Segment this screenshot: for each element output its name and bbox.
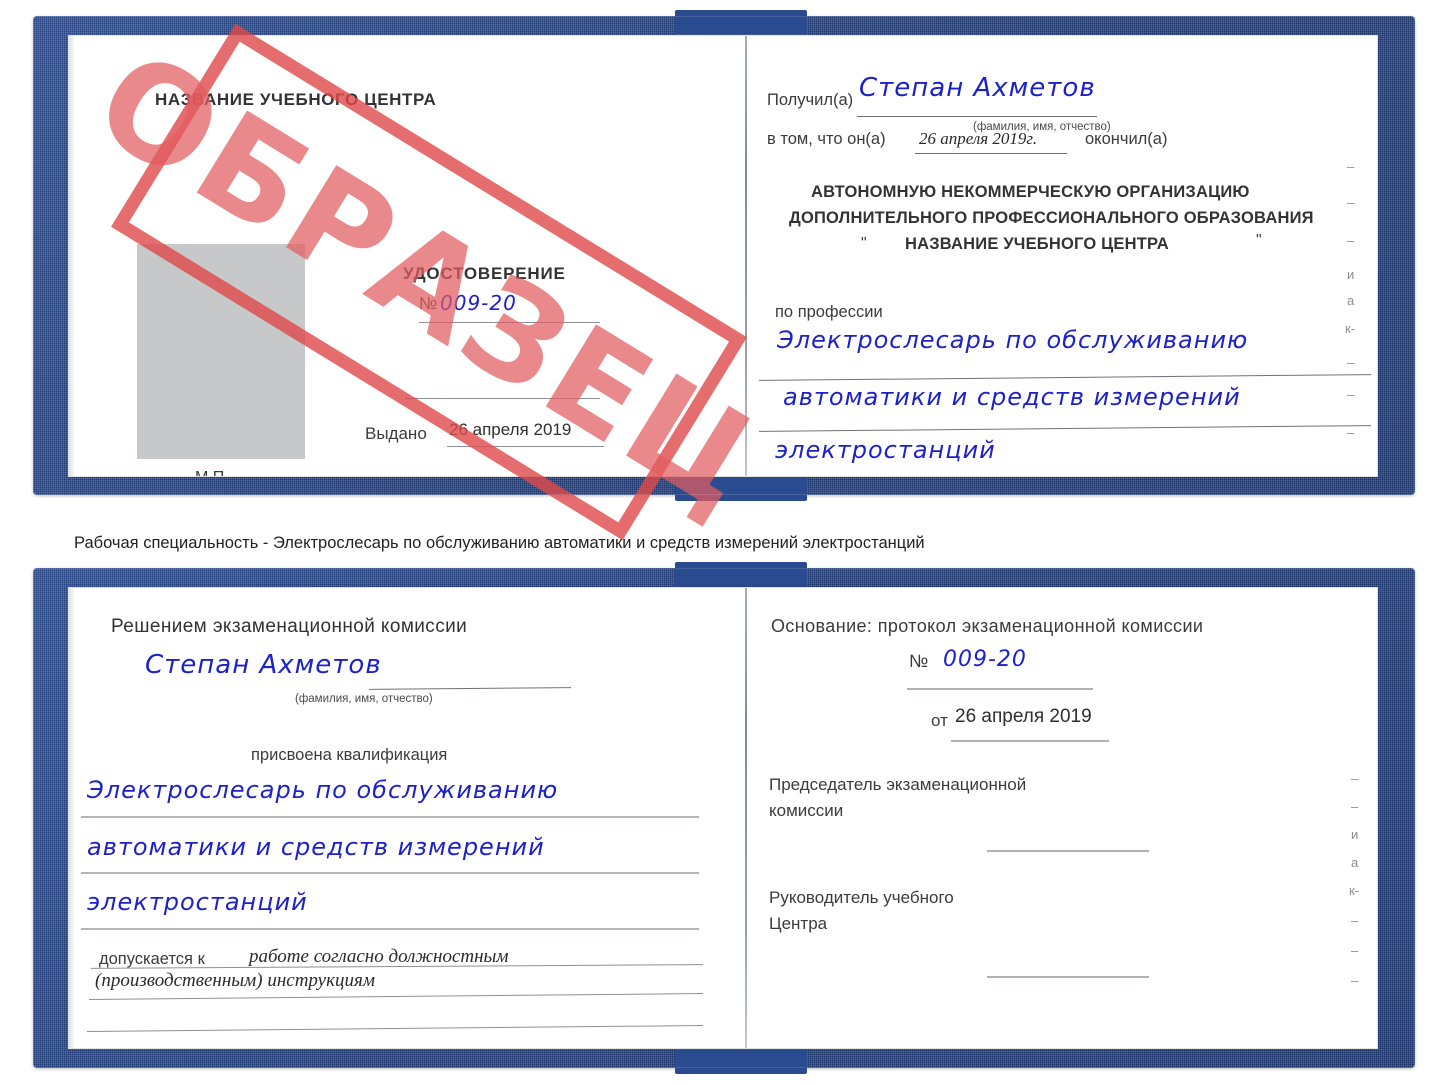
- bottom-date-label: от: [931, 711, 948, 730]
- certificate-top-cover: НАЗВАНИЕ УЧЕБНОГО ЦЕНТРА УДОСТОВЕРЕНИЕ №…: [33, 10, 1415, 543]
- caption-text: Рабочая специальность - Электрослесарь п…: [74, 534, 925, 552]
- edge-mark-2: –: [1347, 233, 1355, 248]
- in-that-rule: [915, 153, 1067, 154]
- edge-mark-b3: а: [1351, 855, 1359, 870]
- org-quote-close: ": [1256, 232, 1262, 249]
- issued-value: 26 апреля 2019: [449, 420, 572, 439]
- edge-mark-8: –: [1347, 425, 1355, 440]
- org-line-1: АВТОНОМНУЮ НЕКОММЕРЧЕСКУЮ ОРГАНИЗАЦИЮ: [811, 183, 1250, 201]
- number-rule: [419, 322, 600, 323]
- decision-label: Решением экзаменационной комиссии: [111, 616, 468, 637]
- certificate-bottom-left-page: Решением экзаменационной комиссии Степан…: [69, 588, 745, 1048]
- org-quote-open: ": [861, 235, 867, 252]
- bottom-date-value: 26 апреля 2019: [955, 706, 1092, 727]
- received-label: Получил(а): [767, 91, 854, 109]
- profession-label: по профессии: [775, 303, 883, 321]
- in-that-value: 26 апреля 2019г.: [919, 129, 1038, 148]
- received-rule: [857, 116, 1097, 117]
- bottom-fio-hint: (фамилия, имя, отчество): [295, 693, 433, 705]
- bottom-name-rule: [368, 687, 572, 690]
- admitted-rule-2: [89, 993, 703, 1000]
- blank-rule-1: [405, 398, 600, 399]
- edge-mark-b2: и: [1351, 827, 1359, 842]
- edge-mark-b4: к-: [1349, 883, 1360, 898]
- spine-tab-top: [675, 10, 807, 34]
- bottom-number-label: №: [909, 651, 929, 671]
- issued-rule: [447, 446, 604, 447]
- certificate-bottom-pages: Решением экзаменационной комиссии Степан…: [69, 588, 1377, 1048]
- spine-tab-bottom: [675, 477, 807, 501]
- bottom-date-rule: [951, 740, 1109, 742]
- chairman-line-2: комиссии: [769, 801, 844, 820]
- qualification-line-2: автоматики и средств измерений: [87, 833, 545, 861]
- certificate-bottom-right-page: Основание: протокол экзаменационной коми…: [747, 588, 1377, 1048]
- edge-mark-4: а: [1347, 293, 1355, 308]
- edge-mark-7: –: [1347, 387, 1355, 402]
- stamp-label: М.П.: [195, 469, 229, 476]
- basis-label: Основание: протокол экзаменационной коми…: [771, 616, 1204, 636]
- head-line-2: Центра: [769, 914, 828, 933]
- head-line-1: Руководитель учебного: [769, 888, 954, 907]
- qualification-rule-3: [81, 928, 699, 930]
- admitted-label: допускается к: [99, 950, 205, 968]
- bottom-number-rule: [907, 688, 1093, 690]
- certificate-bottom-cover: Решением экзаменационной комиссии Степан…: [33, 562, 1415, 1074]
- edge-mark-0: –: [1347, 159, 1355, 174]
- org-line-2: ДОПОЛНИТЕЛЬНОГО ПРОФЕССИОНАЛЬНОГО ОБРАЗО…: [789, 209, 1314, 227]
- head-signature-rule: [987, 976, 1149, 978]
- edge-mark-b0: –: [1351, 771, 1359, 786]
- number-label: №: [419, 294, 438, 313]
- profession-rule-2: [759, 425, 1371, 432]
- edge-mark-3: и: [1347, 267, 1355, 282]
- bottom-name-value: Степан Ахметов: [145, 650, 382, 680]
- org-line-3: НАЗВАНИЕ УЧЕБНОГО ЦЕНТРА: [905, 235, 1169, 253]
- edge-mark-b6: –: [1351, 943, 1359, 958]
- chairman-line-1: Председатель экзаменационной: [769, 775, 1027, 794]
- edge-mark-b7: –: [1351, 973, 1359, 988]
- edge-mark-b5: –: [1351, 913, 1359, 928]
- document-title: УДОСТОВЕРЕНИЕ: [403, 264, 566, 283]
- profession-line-1: Электрослесарь по обслуживанию: [777, 326, 1249, 354]
- certificate-top-right-page: Получил(а) Степан Ахметов (фамилия, имя,…: [747, 36, 1377, 476]
- qualification-rule-1: [81, 816, 699, 818]
- edge-mark-5: к-: [1345, 321, 1356, 336]
- qualification-line-1: Электрослесарь по обслуживанию: [87, 776, 559, 804]
- chairman-signature-rule: [987, 850, 1149, 852]
- certificate-top-left-page: НАЗВАНИЕ УЧЕБНОГО ЦЕНТРА УДОСТОВЕРЕНИЕ №…: [69, 36, 745, 476]
- edge-mark-6: –: [1347, 355, 1355, 370]
- admitted-line-2: (производственным) инструкциям: [95, 970, 375, 991]
- in-that-label: в том, что он(а): [767, 130, 886, 148]
- profession-line-2: автоматики и средств измерений: [783, 383, 1241, 411]
- finished-label: окончил(а): [1085, 130, 1168, 148]
- qualification-label: присвоена квалификация: [251, 746, 448, 764]
- bottom-number-value: 009-20: [943, 647, 1027, 672]
- edge-mark-1: –: [1347, 195, 1355, 210]
- qualification-line-3: электростанций: [87, 888, 308, 916]
- received-value: Степан Ахметов: [859, 73, 1096, 103]
- training-center-name: НАЗВАНИЕ УЧЕБНОГО ЦЕНТРА: [155, 90, 437, 109]
- photo-placeholder: [137, 244, 305, 459]
- spine-tab-top-2: [675, 562, 807, 586]
- certificate-top-pages: НАЗВАНИЕ УЧЕБНОГО ЦЕНТРА УДОСТОВЕРЕНИЕ №…: [69, 36, 1377, 476]
- number-value: 009-20: [440, 291, 517, 315]
- edge-mark-b1: –: [1351, 799, 1359, 814]
- screenshot-root: НАЗВАНИЕ УЧЕБНОГО ЦЕНТРА УДОСТОВЕРЕНИЕ №…: [0, 0, 1448, 1085]
- issued-label: Выдано: [365, 424, 427, 443]
- profession-rule-1: [759, 374, 1371, 381]
- admitted-rule-3: [87, 1025, 703, 1032]
- profession-line-3: электростанций: [775, 436, 996, 464]
- spine-tab-bottom-2: [675, 1050, 807, 1074]
- qualification-rule-2: [81, 872, 699, 874]
